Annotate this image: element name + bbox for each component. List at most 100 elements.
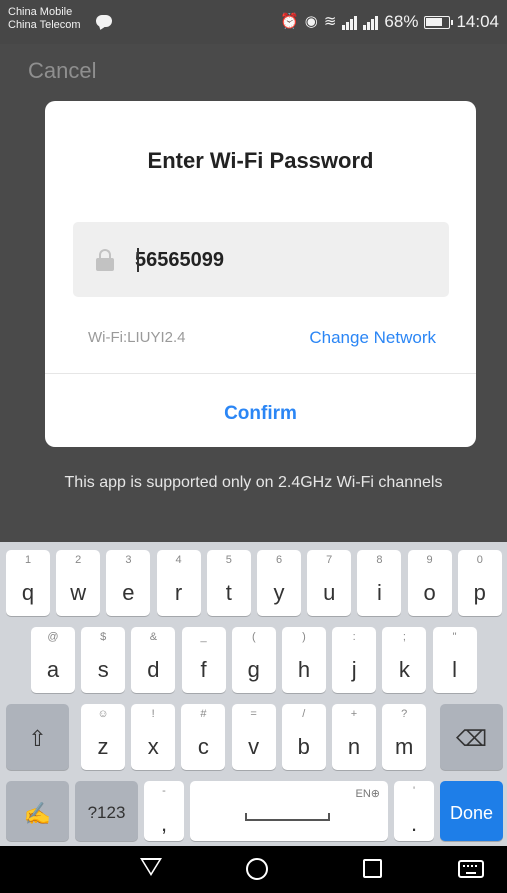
wifi-band-notice: This app is supported only on 2.4GHz Wi-…	[64, 474, 443, 491]
shift-icon: ⇧	[28, 726, 47, 751]
comma-key-sub: -	[162, 785, 166, 797]
space-key[interactable]: EN⊕	[190, 781, 388, 841]
symbols-key[interactable]: ?123	[75, 781, 138, 841]
key-label: o	[423, 580, 436, 605]
key-y[interactable]: 6y	[257, 550, 301, 616]
key-label: u	[323, 580, 336, 605]
key-h[interactable]: ) h	[282, 627, 326, 693]
key-label: f	[200, 657, 207, 682]
cancel-button[interactable]: Cancel	[28, 58, 96, 84]
signal-strength-icon	[342, 15, 358, 30]
key-q[interactable]: 1q	[6, 550, 50, 616]
shift-key[interactable]: ⇧	[6, 704, 69, 770]
lock-icon	[96, 249, 114, 271]
key-c[interactable]: # c	[181, 704, 226, 770]
key-secondary-label: =	[250, 708, 257, 720]
done-key-label: Done	[449, 803, 494, 823]
comma-key-label: ,	[160, 811, 168, 836]
key-label: z	[97, 734, 109, 759]
key-label: c	[197, 734, 209, 759]
key-x[interactable]: ! x	[131, 704, 176, 770]
key-secondary-label: 6	[275, 554, 283, 566]
dialog-title: Enter Wi-Fi Password	[147, 148, 374, 173]
done-key[interactable]: Done	[440, 781, 503, 841]
key-label: e	[122, 580, 135, 605]
signal-strength-2-icon	[363, 15, 379, 30]
key-label: p	[473, 580, 486, 605]
key-a[interactable]: @ a	[31, 627, 75, 693]
recent-apps-icon[interactable]	[363, 859, 382, 878]
soft-keyboard: ⇧ ⌫ ✍ ?123 - , EN⊕ ' . Done 1q2w3e4r5t6y…	[0, 542, 507, 846]
keyboard-toggle-icon[interactable]	[458, 860, 484, 878]
wifi-icon: ≋	[323, 13, 337, 30]
space-bar-icon	[245, 813, 330, 821]
key-secondary-label: ;	[402, 631, 406, 643]
key-secondary-label: ☺	[97, 708, 109, 720]
key-label: l	[452, 657, 458, 682]
key-secondary-label: "	[452, 631, 457, 643]
key-u[interactable]: 7u	[307, 550, 352, 616]
key-secondary-label: /	[302, 708, 306, 720]
key-label: d	[147, 657, 160, 682]
key-label: v	[248, 734, 260, 759]
key-secondary-label: $	[100, 631, 107, 643]
key-m[interactable]: ? m	[382, 704, 427, 770]
key-n[interactable]: + n	[332, 704, 376, 770]
key-secondary-label: +	[350, 708, 358, 720]
key-l[interactable]: " l	[432, 627, 477, 693]
key-secondary-label: 7	[326, 554, 333, 566]
key-label: h	[297, 657, 311, 682]
key-p[interactable]: 0p	[457, 550, 502, 616]
key-secondary-label: 8	[376, 554, 383, 566]
delete-key[interactable]: ⌫	[440, 704, 503, 770]
key-label: n	[347, 734, 361, 759]
home-icon[interactable]	[246, 858, 268, 880]
key-k[interactable]: ; k	[382, 627, 427, 693]
key-label: t	[225, 580, 232, 605]
backspace-icon: ⌫	[455, 726, 488, 751]
key-e[interactable]: 3e	[106, 550, 151, 616]
text-cursor	[137, 248, 139, 272]
key-label: s	[97, 657, 109, 682]
key-secondary-label: )	[302, 631, 306, 643]
language-switch-label: EN⊕	[355, 788, 381, 800]
period-key-label: .	[410, 811, 418, 836]
key-b[interactable]: / b	[281, 704, 326, 770]
key-v[interactable]: = v	[231, 704, 276, 770]
key-g[interactable]: (g	[231, 627, 276, 693]
password-input[interactable]	[135, 242, 425, 278]
key-w[interactable]: 2w	[56, 550, 101, 616]
key-t[interactable]: 5t	[206, 550, 251, 616]
key-secondary-label: 5	[225, 554, 232, 566]
symbols-key-label: ?123	[87, 803, 126, 822]
alarm-icon: ⏰	[280, 13, 299, 30]
key-label: w	[70, 580, 87, 605]
key-i[interactable]: 8i	[357, 550, 402, 616]
key-secondary-label: 1	[24, 554, 32, 566]
handwriting-key[interactable]: ✍	[6, 781, 69, 841]
status-bar: China Mobile China Telecom ⏰ ◉ ≋ 68% 14:…	[0, 0, 507, 44]
password-field[interactable]	[73, 222, 449, 297]
key-label: q	[21, 580, 35, 605]
back-icon[interactable]	[140, 858, 162, 876]
key-r[interactable]: 4r	[156, 550, 201, 616]
period-key-sub: '	[412, 785, 416, 797]
key-s[interactable]: $ s	[81, 627, 126, 693]
key-label: a	[46, 657, 60, 682]
battery-percent: 68%	[384, 12, 419, 31]
comma-key[interactable]: - ,	[144, 781, 184, 841]
confirm-button[interactable]: Confirm	[45, 374, 476, 447]
key-d[interactable]: & d	[131, 627, 176, 693]
period-key[interactable]: ' .	[394, 781, 434, 841]
key-o[interactable]: 9o	[407, 550, 452, 616]
change-network-link[interactable]: Change Network	[309, 328, 436, 348]
navigation-bar	[0, 846, 507, 893]
key-secondary-label: 3	[125, 554, 132, 566]
clock: 14:04	[456, 12, 499, 31]
key-z[interactable]: ☺ z	[81, 704, 125, 770]
key-f[interactable]: _ f	[181, 627, 226, 693]
key-j[interactable]: :j	[332, 627, 377, 693]
key-label: y	[273, 580, 285, 605]
key-secondary-label: 4	[175, 554, 182, 566]
key-secondary-label: (	[251, 631, 256, 643]
